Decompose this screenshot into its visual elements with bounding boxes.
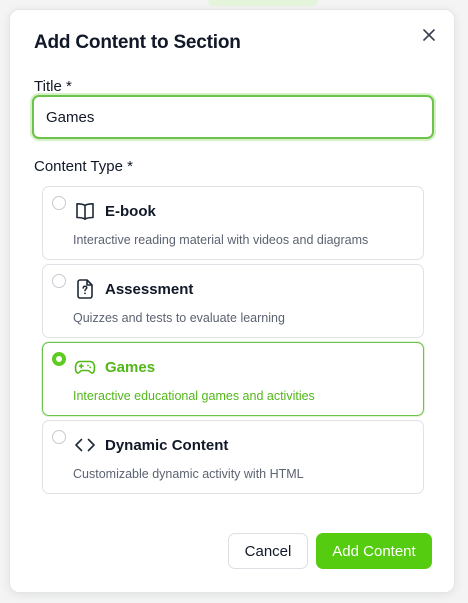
code-icon xyxy=(75,438,95,452)
option-assessment[interactable]: Assessment Quizzes and tests to evaluate… xyxy=(42,264,424,338)
title-label: Title * xyxy=(34,78,72,95)
radio-dynamic-content[interactable] xyxy=(52,430,66,444)
option-description: Interactive educational games and activi… xyxy=(73,389,315,403)
close-button[interactable] xyxy=(418,24,440,46)
option-description: Customizable dynamic activity with HTML xyxy=(73,467,304,481)
radio-assessment[interactable] xyxy=(52,274,66,288)
close-icon xyxy=(423,29,435,41)
radio-ebook[interactable] xyxy=(52,196,66,210)
option-ebook[interactable]: E-book Interactive reading material with… xyxy=(42,186,424,260)
add-content-dialog: Add Content to Section Title * Content T… xyxy=(9,9,455,593)
book-icon xyxy=(76,203,94,220)
option-title: Games xyxy=(105,359,156,376)
backdrop-highlight xyxy=(208,0,318,6)
cancel-button[interactable]: Cancel xyxy=(228,533,308,569)
option-description: Interactive reading material with videos… xyxy=(73,233,369,247)
option-description: Quizzes and tests to evaluate learning xyxy=(73,311,285,325)
option-dynamic-content[interactable]: Dynamic Content Customizable dynamic act… xyxy=(42,420,424,494)
option-title: Dynamic Content xyxy=(105,437,229,454)
content-type-label: Content Type * xyxy=(34,158,133,175)
add-content-button[interactable]: Add Content xyxy=(316,533,432,569)
dialog-title: Add Content to Section xyxy=(34,32,241,53)
option-title: E-book xyxy=(105,203,156,220)
title-input[interactable] xyxy=(32,95,434,139)
option-title: Assessment xyxy=(105,281,194,298)
option-games[interactable]: Games Interactive educational games and … xyxy=(42,342,424,416)
question-file-icon xyxy=(77,279,93,299)
radio-games[interactable] xyxy=(52,352,66,366)
gamepad-icon xyxy=(74,360,96,374)
